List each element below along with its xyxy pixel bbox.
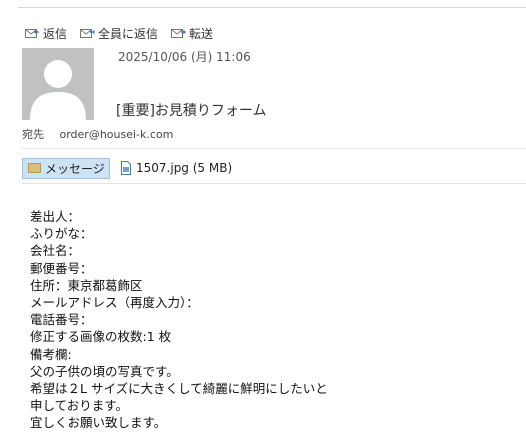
reply-button[interactable]: 返信	[24, 25, 67, 42]
forward-icon	[171, 29, 187, 38]
body-line: 住所：東京都葛飾区	[30, 277, 143, 293]
body-line: 差出人：	[30, 209, 81, 224]
envelope-icon	[28, 163, 41, 173]
header-divider	[22, 148, 526, 149]
message-body: 差出人： ふりがな： 会社名： 郵便番号： 住所：東京都葛飾区 メールアドレス（…	[30, 208, 328, 432]
sender-avatar	[22, 48, 94, 120]
forward-label: 転送	[189, 26, 214, 41]
body-line: 電話番号：	[30, 312, 93, 328]
body-line: 修正する画像の枚数:1 枚	[30, 329, 172, 345]
body-line: ふりがな：	[30, 226, 93, 242]
body-line: 備考欄:	[30, 346, 72, 362]
attachment-file-label: 1507.jpg (5 MB)	[136, 161, 233, 175]
reply-all-button[interactable]: 全員に返信	[79, 25, 158, 42]
action-toolbar: 返信 全員に返信 転送	[24, 24, 213, 42]
body-line: 申しております。	[30, 398, 129, 414]
body-line: 会社名：	[30, 243, 81, 259]
recipient-line: 宛先 order@housei-k.com	[22, 126, 173, 142]
forward-button[interactable]: 転送	[170, 25, 213, 42]
body-line: メールアドレス（再度入力）：	[30, 295, 199, 311]
message-subject: [重要]お見積りフォーム	[116, 103, 267, 119]
reply-label: 返信	[43, 26, 68, 41]
person-icon	[30, 60, 86, 120]
to-label: 宛先	[22, 128, 44, 141]
attachment-bar: メッセージ 1507.jpg (5 MB)	[22, 157, 232, 179]
body-line: 郵便番号：	[30, 260, 93, 276]
recipient-address[interactable]: order@housei-k.com	[60, 128, 174, 141]
attachment-divider	[22, 183, 526, 184]
reply-all-icon	[80, 29, 95, 38]
message-tab-label: メッセージ	[45, 161, 105, 176]
message-tab[interactable]: メッセージ	[22, 157, 110, 179]
body-line: 希望は２L サイズに大きくして綺麗に鮮明にしたいと	[30, 381, 328, 397]
reply-icon	[25, 29, 39, 38]
body-line: 父の子供の頃の写真です。	[30, 363, 179, 379]
top-divider	[18, 7, 526, 8]
file-icon	[121, 161, 131, 175]
reply-all-label: 全員に返信	[98, 26, 159, 41]
message-date: 2025/10/06 (月) 11:06	[118, 50, 251, 64]
body-line: 宜しくお願い致します。	[30, 415, 167, 431]
attachment-file[interactable]: 1507.jpg (5 MB)	[120, 161, 232, 175]
